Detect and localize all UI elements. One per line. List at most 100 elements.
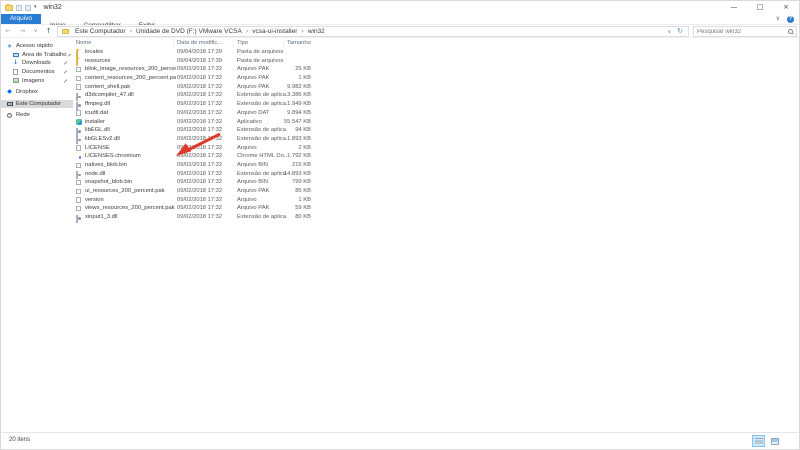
file-row-node-dll[interactable]: node.dll 09/02/2018 17:32 Extensão de ap… bbox=[73, 170, 799, 179]
app-icon bbox=[76, 119, 82, 125]
file-icon bbox=[76, 76, 81, 82]
file-list-area: NomeData de modific...TipoTamanho locale… bbox=[73, 38, 799, 432]
recent-locations-icon[interactable]: ∨ bbox=[34, 29, 38, 34]
file-row-installer[interactable]: installer 09/02/2018 17:32 Aplicativo 55… bbox=[73, 118, 799, 127]
file-icon bbox=[76, 189, 81, 195]
file-icon bbox=[76, 206, 81, 212]
items-count: 20 itens bbox=[9, 437, 30, 443]
sidebar-item-dropbox[interactable]: ◆ Dropbox bbox=[1, 88, 73, 97]
details-view-icon bbox=[755, 438, 763, 445]
sidebar-item-area-de-trabalho[interactable]: Área de Trabalho bbox=[1, 51, 73, 60]
column-headers: NomeData de modific...TipoTamanho bbox=[73, 39, 799, 48]
window-title: win32 bbox=[44, 4, 62, 11]
file-row-libegl-dll[interactable]: libEGL.dll 09/02/2018 17:32 Extensão de … bbox=[73, 126, 799, 135]
column-header-tipo[interactable]: Tipo bbox=[237, 39, 284, 48]
documents-icon bbox=[12, 69, 19, 75]
file-rows: locales 09/04/2018 17:39 Pasta de arquiv… bbox=[73, 48, 799, 222]
file-row-libglesv2-dll[interactable]: libGLESv2.dll 09/02/2018 17:32 Extensão … bbox=[73, 135, 799, 144]
breadcrumb-segment-este-computador[interactable]: Este Computador bbox=[72, 28, 129, 35]
help-icon[interactable]: ? bbox=[787, 16, 794, 23]
thumbnails-view-button[interactable] bbox=[768, 435, 781, 447]
file-row-xinput1-3-dll[interactable]: xinput1_3.dll 09/02/2018 17:32 Extensão … bbox=[73, 213, 799, 222]
forward-icon[interactable]: → bbox=[20, 28, 26, 35]
main-area: ★ Acesso rápido Área de Trabalho ↓ Downl… bbox=[1, 38, 799, 432]
breadcrumb[interactable]: Este Computador›Unidade de DVD (F:) VMwa… bbox=[57, 26, 689, 37]
desktop-icon bbox=[12, 53, 19, 58]
computer-icon bbox=[6, 102, 13, 107]
file-row-ffmpeg-dll[interactable]: ffmpeg.dll 09/02/2018 17:32 Extensão de … bbox=[73, 100, 799, 109]
file-row-icudtl-dat[interactable]: icudtl.dat 09/02/2018 17:32 Arquivo DAT … bbox=[73, 109, 799, 118]
sidebar-item-imagens[interactable]: Imagens bbox=[1, 76, 73, 85]
file-icon bbox=[76, 197, 81, 203]
file-icon bbox=[76, 110, 81, 116]
view-toggles bbox=[752, 435, 781, 447]
file-row-natives-blob-bin[interactable]: natives_blob.bin 09/02/2018 17:32 Arquiv… bbox=[73, 161, 799, 170]
column-header-tamanho[interactable]: Tamanho bbox=[287, 39, 313, 48]
search-icon[interactable] bbox=[788, 29, 793, 34]
file-icon bbox=[76, 163, 81, 169]
up-icon[interactable]: ↑ bbox=[46, 28, 52, 35]
tab-arquivo[interactable]: Arquivo bbox=[1, 14, 41, 24]
column-header-nome[interactable]: Nome bbox=[76, 39, 174, 48]
pin-icon bbox=[64, 79, 68, 83]
ribbon-tab-bar: Arquivo InícioCompartilharExibir ∨ ? bbox=[1, 14, 799, 25]
address-bar-row: ← → ∨ ↑ Este Computador›Unidade de DVD (… bbox=[1, 25, 799, 38]
dropbox-icon: ◆ bbox=[6, 89, 13, 95]
file-icon bbox=[76, 180, 81, 186]
file-row-license[interactable]: LICENSE 09/02/2018 17:32 Arquivo 2 KB bbox=[73, 144, 799, 153]
file-row-licenses-chromium[interactable]: LICENSES.chromium 09/02/2018 17:32 Chrom… bbox=[73, 152, 799, 161]
quick-access-toolbar: ▾ win32 bbox=[5, 3, 62, 12]
refresh-icon[interactable]: ↻ bbox=[677, 28, 683, 35]
file-row-resources[interactable]: resources 09/04/2018 17:39 Pasta de arqu… bbox=[73, 57, 799, 66]
downloads-icon: ↓ bbox=[12, 60, 19, 66]
explorer-window: { "window": { "title": "win32" }, "icons… bbox=[0, 0, 800, 450]
file-row-views-resources-200-percent-pak[interactable]: views_resources_200_percent.pak 09/02/20… bbox=[73, 204, 799, 213]
pin-icon bbox=[64, 62, 68, 66]
sidebar-item-documentos[interactable]: Documentos bbox=[1, 68, 73, 77]
pin-icon bbox=[64, 70, 68, 74]
sidebar-item-rede[interactable]: Rede bbox=[1, 111, 73, 120]
file-icon bbox=[76, 145, 81, 151]
file-row-content-resources-200-percent-pak[interactable]: content_resources_200_percent.pak 09/02/… bbox=[73, 74, 799, 83]
sidebar-item-downloads[interactable]: ↓ Downloads bbox=[1, 59, 73, 68]
qat-button-icon[interactable] bbox=[25, 5, 31, 11]
explorer-folder-icon bbox=[5, 5, 13, 11]
pin-icon bbox=[68, 53, 72, 57]
dll-icon bbox=[76, 215, 78, 223]
breadcrumb-segment-unidade-de-dvd-f-vmware-vcsa[interactable]: Unidade de DVD (F:) VMware VCSA bbox=[133, 28, 245, 35]
network-icon bbox=[6, 113, 13, 118]
status-bar: 20 itens bbox=[1, 432, 799, 449]
close-button[interactable]: × bbox=[773, 1, 799, 14]
address-dropdown-icon[interactable]: ∨ bbox=[667, 29, 671, 35]
title-bar: ▾ win32 — □ × bbox=[1, 1, 799, 14]
navigation-buttons: ← → ∨ ↑ bbox=[1, 25, 56, 38]
maximize-button[interactable]: □ bbox=[747, 1, 773, 14]
qat-button-icon[interactable] bbox=[16, 5, 22, 11]
qat-customize-dropdown-icon[interactable]: ▾ bbox=[34, 5, 37, 10]
search-input[interactable] bbox=[694, 29, 788, 35]
address-folder-icon bbox=[62, 29, 69, 34]
back-icon[interactable]: ← bbox=[5, 28, 11, 35]
file-row-snapshot-blob-bin[interactable]: snapshot_blob.bin 09/02/2018 17:32 Arqui… bbox=[73, 178, 799, 187]
minimize-button[interactable]: — bbox=[721, 1, 747, 14]
file-row-locales[interactable]: locales 09/04/2018 17:39 Pasta de arquiv… bbox=[73, 48, 799, 57]
column-header-data-de-modific[interactable]: Data de modific... bbox=[177, 39, 234, 48]
thumbnails-view-icon bbox=[771, 438, 779, 445]
sidebar-item-acesso-rapido[interactable]: ★ Acesso rápido bbox=[1, 42, 73, 51]
file-row-content-shell-pak[interactable]: content_shell.pak 09/02/2018 17:32 Arqui… bbox=[73, 83, 799, 92]
breadcrumb-segment-win32[interactable]: win32 bbox=[305, 28, 328, 35]
breadcrumb-segment-vcsa-ui-installer[interactable]: vcsa-ui-installer bbox=[249, 28, 300, 35]
file-icon bbox=[76, 84, 81, 90]
sidebar-item-este-computador[interactable]: Este Computador bbox=[1, 100, 73, 109]
file-icon bbox=[76, 67, 81, 73]
file-row-version[interactable]: version 09/02/2018 17:32 Arquivo 1 KB bbox=[73, 196, 799, 205]
pictures-icon bbox=[12, 78, 19, 83]
file-row-ui-resources-200-percent-pak[interactable]: ui_resources_200_percent.pak 09/02/2018 … bbox=[73, 187, 799, 196]
window-controls: — □ × bbox=[721, 1, 799, 14]
file-row-d3dcompiler-47-dll[interactable]: d3dcompiler_47.dll 09/02/2018 17:32 Exte… bbox=[73, 91, 799, 100]
star-icon: ★ bbox=[6, 43, 13, 50]
navigation-pane: ★ Acesso rápido Área de Trabalho ↓ Downl… bbox=[1, 38, 73, 432]
file-row-blink-image-resources-200-percent-pak[interactable]: blink_image_resources_200_percent.pak 09… bbox=[73, 65, 799, 74]
details-view-button[interactable] bbox=[752, 435, 765, 447]
collapse-ribbon-icon[interactable]: ∨ bbox=[776, 16, 780, 22]
